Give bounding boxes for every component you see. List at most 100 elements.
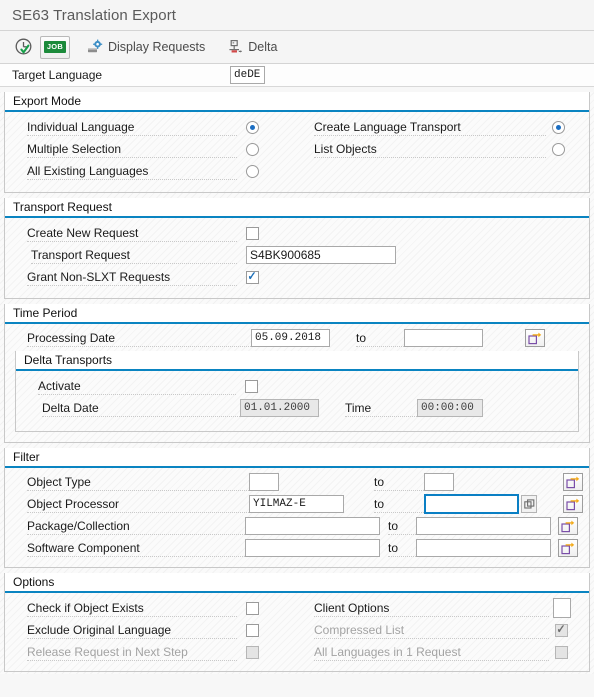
group-filter: Filter Object Type to Object Processor Y… (4, 448, 590, 568)
delta-activate-row: Activate (16, 375, 578, 397)
radio-label-individual-language: Individual Language (27, 119, 237, 136)
page-title: SE63 Translation Export (12, 6, 177, 24)
client-options-label: Client Options (314, 600, 549, 617)
execute-clock-check-icon (14, 37, 34, 57)
package-collection-from-input[interactable] (245, 517, 380, 535)
multi-select-arrow-icon (561, 542, 575, 554)
window-title-bar: SE63 Translation Export (0, 0, 594, 31)
object-type-to-input[interactable] (424, 473, 454, 491)
job-button[interactable]: JOB (40, 35, 70, 59)
filter-row-object-processor: Object Processor YILMAZ-E to (5, 493, 589, 515)
group-time-period: Time Period Processing Date 05.09.2018 t… (4, 304, 590, 443)
release-request-next-step-label: Release Request in Next Step (27, 644, 237, 661)
delta-time-input[interactable]: 00:00:00 (417, 399, 483, 417)
package-collection-label: Package/Collection (27, 518, 245, 535)
software-component-to-label: to (388, 540, 416, 557)
export-mode-row: Multiple Selection List Objects (5, 138, 589, 160)
object-type-label: Object Type (27, 474, 249, 491)
release-request-next-step-checkbox (246, 645, 259, 659)
radio-dot (556, 124, 561, 130)
delta-icon (227, 39, 243, 55)
check-mark: ✓ (556, 622, 567, 636)
exclude-original-language-label: Exclude Original Language (27, 622, 237, 639)
package-collection-multiselect-button[interactable] (558, 517, 578, 535)
radio-label-list-objects: List Objects (314, 141, 546, 158)
options-body: Check if Object Exists Client Options Ex… (5, 593, 589, 671)
multi-select-arrow-icon (566, 476, 580, 488)
radio-individual-language[interactable] (246, 120, 259, 134)
target-language-input[interactable]: deDE (230, 66, 265, 84)
delta-transports-body: Activate Delta Date 01.01.2000 Time 00:0… (16, 371, 578, 431)
processing-date-to-input[interactable] (404, 329, 483, 347)
delta-activate-label: Activate (38, 378, 236, 395)
display-requests-label: Display Requests (108, 40, 206, 54)
software-component-from-input[interactable] (245, 539, 380, 557)
time-period-body: Processing Date 05.09.2018 to Delta Tran… (5, 324, 589, 442)
check-mark: ✓ (247, 269, 258, 283)
delta-date-label: Delta Date (42, 400, 240, 417)
filter-row-object-type: Object Type to (5, 471, 589, 493)
all-languages-1-request-label: All Languages in 1 Request (314, 644, 549, 661)
radio-all-existing-languages[interactable] (246, 164, 259, 178)
transport-request-body: Create New Request Transport Request S4B… (5, 218, 589, 298)
transport-request-label: Transport Request (31, 247, 237, 264)
group-options: Options Check if Object Exists Client Op… (4, 573, 590, 672)
software-component-multiselect-button[interactable] (558, 539, 578, 557)
delta-label: Delta (248, 40, 278, 54)
radio-multiple-selection[interactable] (246, 142, 259, 156)
group-export-mode: Export Mode Individual Language Create L… (4, 92, 590, 193)
processing-date-from-input[interactable]: 05.09.2018 (251, 329, 330, 347)
object-processor-to-input[interactable] (424, 494, 519, 514)
multi-select-arrow-icon (528, 332, 542, 344)
transport-request-row: Transport Request S4BK900685 (5, 244, 589, 266)
delta-activate-checkbox[interactable] (245, 379, 258, 393)
create-new-request-checkbox[interactable] (246, 226, 259, 240)
group-title-export-mode: Export Mode (5, 92, 589, 112)
filter-row-software-component: Software Component to (5, 537, 589, 559)
delta-date-input[interactable]: 01.01.2000 (240, 399, 319, 417)
package-collection-to-input[interactable] (416, 517, 551, 535)
processing-date-label: Processing Date (27, 330, 251, 347)
options-row: Check if Object Exists Client Options (5, 597, 589, 619)
transport-request-input[interactable]: S4BK900685 (246, 246, 396, 264)
processing-date-multiselect-button[interactable] (525, 329, 545, 347)
client-options-input[interactable] (553, 598, 571, 618)
execute-button[interactable] (10, 34, 38, 60)
software-component-to-input[interactable] (416, 539, 551, 557)
compressed-list-label: Compressed List (314, 622, 549, 639)
export-mode-body: Individual Language Create Language Tran… (5, 112, 589, 192)
object-processor-value-help-button[interactable] (521, 495, 537, 513)
grant-non-slxt-label: Grant Non-SLXT Requests (27, 269, 237, 286)
filter-row-package-collection: Package/Collection to (5, 515, 589, 537)
check-if-object-exists-checkbox[interactable] (246, 601, 259, 615)
display-requests-button[interactable]: Display Requests (82, 34, 210, 60)
package-collection-to-label: to (388, 518, 416, 535)
group-title-time-period: Time Period (5, 304, 589, 324)
compressed-list-checkbox: ✓ (555, 622, 568, 637)
group-delta-transports: Delta Transports Activate Delta Date 01.… (15, 351, 579, 432)
object-processor-multiselect-button[interactable] (563, 495, 583, 513)
group-title-delta-transports: Delta Transports (16, 351, 578, 371)
object-type-multiselect-button[interactable] (563, 473, 583, 491)
processing-date-row: Processing Date 05.09.2018 to (5, 327, 589, 349)
object-type-to-label: to (374, 474, 424, 491)
radio-list-objects[interactable] (552, 142, 565, 156)
target-language-label: Target Language (12, 68, 103, 82)
processing-date-to-label: to (356, 330, 404, 347)
radio-create-language-transport[interactable] (552, 120, 565, 134)
object-processor-from-input[interactable]: YILMAZ-E (249, 495, 344, 513)
exclude-original-language-checkbox[interactable] (246, 623, 259, 637)
object-processor-label: Object Processor (27, 496, 249, 513)
object-type-from-input[interactable] (249, 473, 279, 491)
grant-non-slxt-checkbox[interactable]: ✓ (246, 269, 259, 284)
delta-date-row: Delta Date 01.01.2000 Time 00:00:00 (16, 397, 578, 419)
group-transport-request: Transport Request Create New Request Tra… (4, 198, 590, 299)
check-if-object-exists-label: Check if Object Exists (27, 600, 237, 617)
radio-label-create-language-transport: Create Language Transport (314, 119, 546, 136)
group-title-filter: Filter (5, 448, 589, 468)
grant-non-slxt-row: Grant Non-SLXT Requests ✓ (5, 266, 589, 288)
display-requests-icon (87, 39, 103, 55)
delta-button[interactable]: Delta (222, 34, 282, 60)
group-title-options: Options (5, 573, 589, 593)
options-row: Exclude Original Language Compressed Lis… (5, 619, 589, 641)
